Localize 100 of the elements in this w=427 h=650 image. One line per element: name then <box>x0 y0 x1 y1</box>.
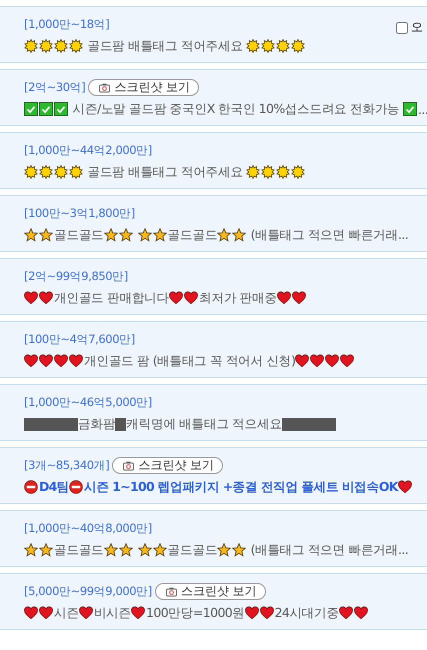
title-text: 골드팜 배틀태그 적어주세요 <box>86 164 244 180</box>
listing-card[interactable]: [2억~30억] 스크린샷 보기 시즌/노말 골드팜 중국인X 한국인 10%섭스드려요 전화가능 ... <box>0 69 427 126</box>
listing-card[interactable]: [3개~85,340개] 스크린샷 보기 D4팀 시즌 1~100 렙업패키지 +종결 전직업 풀세트 비접속OK <box>0 447 427 504</box>
screenshot-button[interactable]: 스크린샷 보기 <box>88 79 200 96</box>
star-icon <box>138 543 152 557</box>
title-text: (배틀태그 적으면 빠른거래... <box>250 226 408 244</box>
heart-icon <box>39 606 53 620</box>
title-text: ... <box>418 102 427 116</box>
heart-icon <box>69 354 83 368</box>
check-icon <box>402 102 417 116</box>
heart-icon <box>325 354 340 368</box>
price-range: [1,000만~46억5,000만] <box>24 395 152 410</box>
star-icon <box>39 228 53 242</box>
camera-icon <box>99 82 110 92</box>
title-text: 골드골드 <box>54 542 104 558</box>
price-range: [100만~3억1,800만] <box>24 206 135 221</box>
redacted-block <box>282 418 336 430</box>
star-icon <box>152 543 167 557</box>
star-icon <box>24 228 38 242</box>
heart-icon <box>131 606 146 620</box>
check-icon <box>24 102 38 116</box>
listing-card[interactable]: [1,000만~44억2,000만] 골드팜 배틀태그 적어주세요 <box>0 132 427 189</box>
star-icon <box>104 543 118 557</box>
heart-icon <box>39 291 53 305</box>
sun-icon <box>54 39 68 53</box>
star-icon <box>24 543 38 557</box>
sun-icon <box>246 39 260 53</box>
title-text: 비시즌 <box>94 604 132 622</box>
option-checkbox[interactable] <box>396 22 408 34</box>
listing-card[interactable]: [2억~99억9,850만] 개인골드 판매합니다 최저가 판매중 <box>0 258 427 315</box>
title-text: 골드골드 <box>168 226 218 244</box>
star-icon <box>104 228 118 242</box>
price-range: [1,000만~40억8,000만] <box>24 521 152 536</box>
screenshot-button[interactable]: 스크린샷 보기 <box>112 457 224 474</box>
sun-icon <box>24 39 38 53</box>
listing-card[interactable]: [100만~4억7,600만] 개인골드 팜 (배틀태그 꼭 적어서 신청) <box>0 321 427 378</box>
no-entry-icon <box>68 480 83 494</box>
heart-icon <box>354 606 368 620</box>
sun-icon <box>39 39 53 53</box>
sun-icon <box>69 165 83 179</box>
title-text: 시즌/노말 골드팜 중국인X 한국인 10%섭스드려요 전화가능 <box>71 100 401 118</box>
heart-icon <box>338 606 353 620</box>
listing-card[interactable]: [1,000만~40억8,000만] 골드골드 골드골드 (배틀태그 적으면 빠른거래... <box>0 510 427 567</box>
heart-icon <box>292 291 306 305</box>
price-range: [5,000만~99억9,000만] <box>24 584 152 599</box>
star-icon <box>118 228 133 242</box>
redacted-block <box>115 418 126 430</box>
heart-icon <box>295 354 310 368</box>
sun-icon <box>54 165 68 179</box>
sun-icon <box>261 39 276 53</box>
heart-icon <box>24 606 38 620</box>
sun-icon <box>246 165 260 179</box>
star-icon <box>39 543 53 557</box>
title-text: 개인골드 판매합니다 <box>54 290 169 306</box>
sun-icon <box>276 165 290 179</box>
star-icon <box>217 228 232 242</box>
screenshot-button[interactable]: 스크린샷 보기 <box>154 583 266 600</box>
title-text: 금화팜 <box>78 416 116 432</box>
heart-icon <box>24 291 38 305</box>
sun-icon <box>276 39 290 53</box>
star-icon <box>138 228 152 242</box>
title-text: 100만당=1000원 <box>146 604 245 622</box>
title-text: 골드팜 배틀태그 적어주세요 <box>86 38 244 54</box>
listing-card[interactable]: [5,000만~99억9,000만] 스크린샷 보기 시즌 비시즌 100만당=1000원 24시대기중 <box>0 573 427 630</box>
sun-icon <box>291 165 306 179</box>
camera-icon <box>166 586 177 596</box>
no-entry-icon <box>24 480 38 494</box>
price-range: [1,000만~18억] <box>24 17 110 32</box>
heart-icon <box>244 606 259 620</box>
title-text: 시즌 <box>54 604 79 622</box>
listing-card[interactable]: [100만~3억1,800만] 골드골드 골드골드 (배틀태그 적으면 빠른거래... <box>0 195 427 252</box>
price-range: [1,000만~44억2,000만] <box>24 143 152 158</box>
title-text: 캐릭명에 배틀태그 적으세요 <box>126 416 282 432</box>
star-icon <box>152 228 167 242</box>
title-text: 시즌 1~100 렙업패키지 +종결 전직업 풀세트 비접속OK <box>84 478 398 496</box>
star-icon <box>118 543 133 557</box>
heart-icon <box>54 354 68 368</box>
check-icon <box>54 102 68 116</box>
title-text: 24시대기중 <box>274 604 339 622</box>
sun-icon <box>24 165 38 179</box>
star-icon <box>217 543 232 557</box>
heart-icon <box>276 291 291 305</box>
heart-icon <box>184 291 198 305</box>
title-text: 개인골드 팜 (배틀태그 꼭 적어서 신청) <box>84 352 296 370</box>
heart-icon <box>24 354 38 368</box>
camera-icon <box>123 460 134 470</box>
star-icon <box>232 543 246 557</box>
heart-icon <box>340 354 354 368</box>
title-text: 최저가 판매중 <box>198 290 277 306</box>
sun-icon <box>39 165 53 179</box>
sun-icon <box>261 165 276 179</box>
title-text: 골드골드 <box>168 542 218 558</box>
sun-icon <box>69 39 83 53</box>
heart-icon <box>39 354 53 368</box>
price-range: [2억~99억9,850만] <box>24 269 128 284</box>
price-range: [3개~85,340개] <box>24 458 110 473</box>
listing-card[interactable]: [1,000만~46억5,000만] 금화팜 캐릭명에 배틀태그 적으세요 <box>0 384 427 441</box>
checkbox-label: 오 <box>411 19 423 36</box>
sun-icon <box>291 39 306 53</box>
price-range: [2억~30억] <box>24 80 86 95</box>
